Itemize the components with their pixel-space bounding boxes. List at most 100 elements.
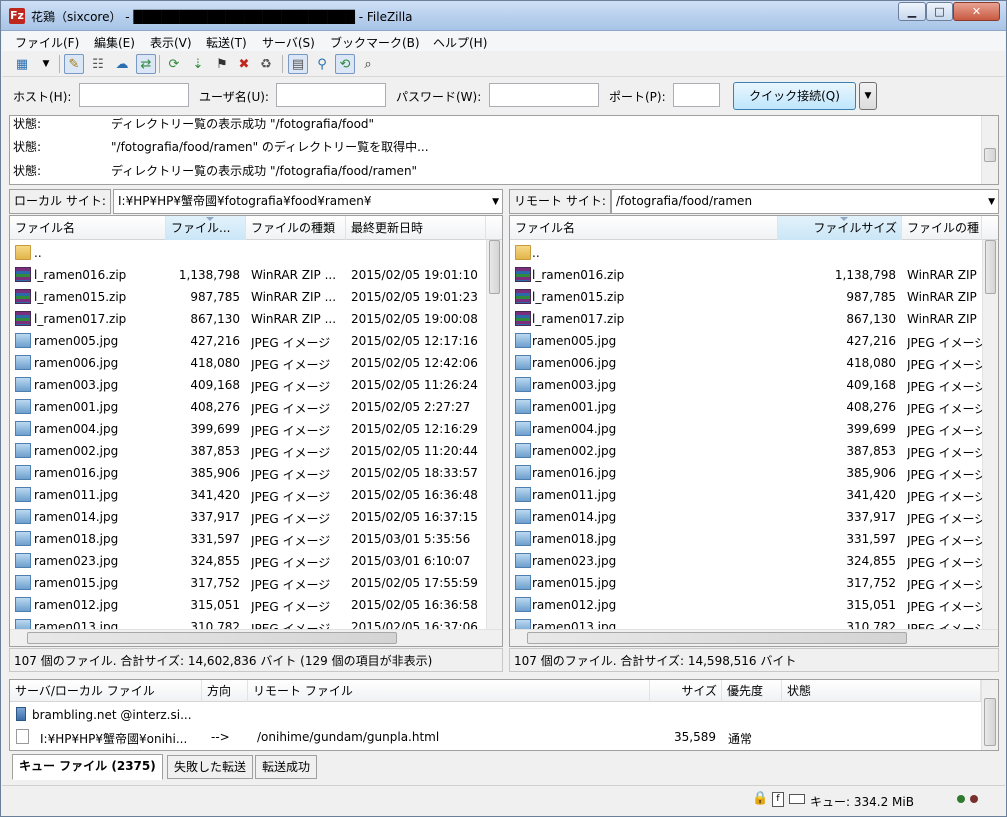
remote-file-row[interactable]: ramen023.jpg 324,855 JPEG イメージ [510,550,982,572]
queue-col-local[interactable]: サーバ/ローカル ファイル [10,680,202,702]
menu-transfer[interactable]: 転送(T) [206,34,247,51]
queue-scrollbar[interactable] [981,680,998,750]
chevron-down-icon[interactable]: ▼ [492,191,499,213]
remote-file-row[interactable]: ramen003.jpg 409,168 JPEG イメージ [510,374,982,396]
remote-hscroll-thumb[interactable] [527,632,907,644]
port-input[interactable] [673,83,720,107]
menu-server[interactable]: サーバ(S) [262,34,315,51]
local-file-row[interactable]: ramen011.jpg 341,420 JPEG イメージ 2015/02/05 1… [10,484,486,506]
host-input[interactable] [79,83,189,107]
quickconnect-dropdown[interactable]: ▼ [859,82,877,110]
log-scrollbar[interactable] [981,116,998,184]
local-file-row[interactable]: ramen015.jpg 317,752 JPEG イメージ 2015/02/05 1… [10,572,486,594]
local-col-size[interactable]: ファイル... [166,216,246,240]
local-file-row[interactable]: ramen016.jpg 385,906 JPEG イメージ 2015/02/05 1… [10,462,486,484]
local-col-name[interactable]: ファイル名 [10,216,166,240]
quickconnect-button[interactable]: クイック接続(Q) [733,82,856,110]
local-file-row[interactable]: ramen005.jpg 427,216 JPEG イメージ 2015/02/05 1… [10,330,486,352]
remote-file-row[interactable]: .. [510,242,982,264]
toggle-queue-icon[interactable]: ⇄ [136,54,156,74]
disconnect-icon[interactable]: ✖ [234,54,254,74]
local-file-row[interactable]: ramen012.jpg 315,051 JPEG イメージ 2015/02/05 1… [10,594,486,616]
tab-successful-transfers[interactable]: 転送成功 [255,755,318,779]
filter-icon[interactable]: ▤ [288,54,308,74]
local-col-type[interactable]: ファイルの種類 [246,216,346,240]
tab-failed-transfers[interactable]: 失敗した転送 [167,755,254,779]
local-file-row[interactable]: l_ramen017.zip 867,130 WinRAR ZIP ... 2015/… [10,308,486,330]
chevron-down-icon[interactable]: ▼ [988,191,995,213]
speed-limit-icon[interactable]: f [772,792,784,807]
local-file-row[interactable]: l_ramen015.zip 987,785 WinRAR ZIP ... 2015/… [10,286,486,308]
remote-vscroll-thumb[interactable] [985,240,996,294]
site-manager-icon[interactable]: ▦ [12,54,32,74]
local-file-row[interactable]: ramen004.jpg 399,699 JPEG イメージ 2015/02/05 1… [10,418,486,440]
local-hscrollbar[interactable] [10,629,502,646]
remote-path-combo[interactable]: /fotografia/food/ramen ▼ [611,189,999,214]
local-file-row[interactable]: ramen006.jpg 418,080 JPEG イメージ 2015/02/05 1… [10,352,486,374]
remote-file-row[interactable]: ramen012.jpg 315,051 JPEG イメージ [510,594,982,616]
cancel-icon[interactable]: ⚑ [212,54,232,74]
search-icon[interactable]: ⌕ [358,54,378,74]
remote-file-row[interactable]: l_ramen017.zip 867,130 WinRAR ZIP [510,308,982,330]
compare-icon[interactable]: ⚲ [312,54,332,74]
process-queue-icon[interactable]: ⇣ [188,54,208,74]
queue-col-remote[interactable]: リモート ファイル [248,680,650,702]
local-vscroll-thumb[interactable] [489,240,500,294]
menu-file[interactable]: ファイル(F) [15,34,79,51]
remote-file-row[interactable]: ramen014.jpg 337,917 JPEG イメージ [510,506,982,528]
close-button[interactable]: ✕ [953,2,1000,21]
menu-edit[interactable]: 編集(E) [94,34,135,51]
remote-file-row[interactable]: ramen006.jpg 418,080 JPEG イメージ [510,352,982,374]
local-file-row[interactable]: ramen018.jpg 331,597 JPEG イメージ 2015/03/01 5… [10,528,486,550]
remote-file-row[interactable]: l_ramen015.zip 987,785 WinRAR ZIP [510,286,982,308]
remote-file-row[interactable]: ramen011.jpg 341,420 JPEG イメージ [510,484,982,506]
user-input[interactable] [276,83,386,107]
remote-file-row[interactable]: l_ramen016.zip 1,138,798 WinRAR ZIP [510,264,982,286]
tab-queued-files[interactable]: キュー ファイル (2375) [12,754,163,780]
remote-vscrollbar[interactable] [982,240,998,630]
queue-col-size[interactable]: サイズ [650,680,722,702]
menu-bookmarks[interactable]: ブックマーク(B) [330,34,420,51]
queue-scroll-thumb[interactable] [984,698,996,746]
title-bar[interactable]: Fz 花鶏（sixcore） - ███████████████████████… [1,1,1006,31]
remote-col-type[interactable]: ファイルの種 [902,216,982,240]
dropdown-arrow-icon[interactable]: ▼ [36,54,56,74]
remote-file-row[interactable]: ramen001.jpg 408,276 JPEG イメージ [510,396,982,418]
local-file-row[interactable]: l_ramen016.zip 1,138,798 WinRAR ZIP ... 201… [10,264,486,286]
menu-help[interactable]: ヘルプ(H) [433,34,487,51]
remote-file-row[interactable]: ramen004.jpg 399,699 JPEG イメージ [510,418,982,440]
toggle-tree-icon[interactable]: ☷ [88,54,108,74]
sync-browse-icon[interactable]: ⟲ [335,54,355,74]
remote-hscrollbar[interactable] [510,629,998,646]
maximize-button[interactable]: □ [926,2,953,21]
local-col-date[interactable]: 最終更新日時 [346,216,486,240]
queue-server-row[interactable]: brambling.net @interz.si... [10,704,980,726]
queue-col-state[interactable]: 状態 [782,680,981,702]
local-file-row[interactable]: ramen001.jpg 408,276 JPEG イメージ 2015/02/05 2… [10,396,486,418]
local-file-row[interactable]: ramen002.jpg 387,853 JPEG イメージ 2015/02/05 1… [10,440,486,462]
local-file-row[interactable]: ramen003.jpg 409,168 JPEG イメージ 2015/02/05 1… [10,374,486,396]
local-file-row[interactable]: ramen014.jpg 337,917 JPEG イメージ 2015/02/05 1… [10,506,486,528]
queue-col-direction[interactable]: 方向 [202,680,248,702]
local-file-row[interactable]: ramen023.jpg 324,855 JPEG イメージ 2015/03/01 6… [10,550,486,572]
remote-col-size[interactable]: ファイルサイズ [778,216,902,240]
toggle-remote-tree-icon[interactable]: ☁ [112,54,132,74]
queue-file-row[interactable]: I:¥HP¥HP¥蟹帝國¥onihi... --> /onihime/gunda… [10,726,980,748]
refresh-icon[interactable]: ⟳ [164,54,184,74]
password-input[interactable] [489,83,599,107]
local-vscrollbar[interactable] [486,240,502,630]
remote-file-row[interactable]: ramen018.jpg 331,597 JPEG イメージ [510,528,982,550]
minimize-button[interactable]: ▁ [898,2,926,21]
remote-file-row[interactable]: ramen005.jpg 427,216 JPEG イメージ [510,330,982,352]
remote-file-row[interactable]: ramen016.jpg 385,906 JPEG イメージ [510,462,982,484]
toggle-log-icon[interactable]: ✎ [64,54,84,74]
reconnect-icon[interactable]: ♻ [256,54,276,74]
local-path-combo[interactable]: I:¥HP¥HP¥蟹帝國¥fotografia¥food¥ramen¥ ▼ [113,189,503,214]
local-file-row[interactable]: .. [10,242,486,264]
remote-col-name[interactable]: ファイル名 [510,216,778,240]
remote-file-row[interactable]: ramen002.jpg 387,853 JPEG イメージ [510,440,982,462]
queue-col-priority[interactable]: 優先度 [722,680,782,702]
remote-file-row[interactable]: ramen015.jpg 317,752 JPEG イメージ [510,572,982,594]
local-hscroll-thumb[interactable] [27,632,397,644]
log-scroll-thumb[interactable] [984,148,996,162]
